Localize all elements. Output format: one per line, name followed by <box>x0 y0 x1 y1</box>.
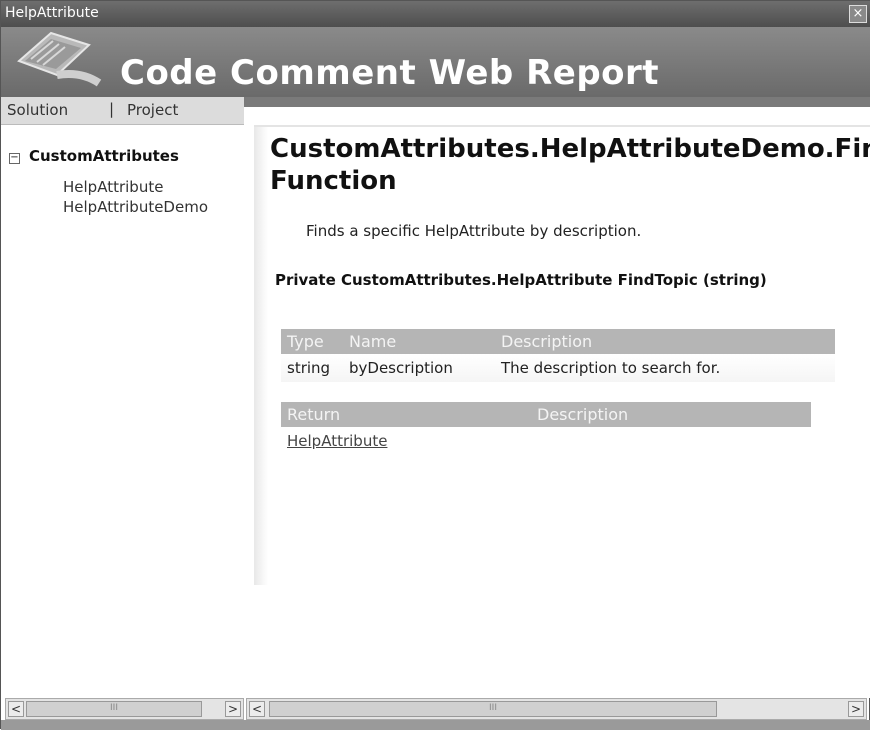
scroll-left-arrow-icon[interactable]: < <box>249 701 265 717</box>
return-description <box>531 427 811 455</box>
scroll-left-arrow-icon[interactable]: < <box>8 701 24 717</box>
column-header-return: Return <box>281 402 531 427</box>
page-title: CustomAttributes.HelpAttributeDemo.FindT… <box>270 133 870 197</box>
tree-node-customattributes[interactable]: − CustomAttributes <box>9 147 179 165</box>
tree-pane: − CustomAttributes HelpAttribute HelpAttr… <box>1 125 244 698</box>
param-type: string <box>281 354 343 382</box>
collapse-icon[interactable]: − <box>9 153 20 164</box>
nav-separator: | <box>109 100 115 118</box>
code-document-logo <box>17 31 102 87</box>
content-horizontal-scrollbar[interactable]: < III > <box>246 698 867 720</box>
tree-item-helpattributedemo[interactable]: HelpAttributeDemo <box>63 198 208 216</box>
return-type-cell: HelpAttribute <box>281 427 531 455</box>
page-title-line2: Function <box>270 166 397 196</box>
nav-tabs: Solution | Project <box>1 97 244 125</box>
tab-solution[interactable]: Solution <box>7 101 68 119</box>
column-header-type: Type <box>281 329 343 354</box>
report-banner: Code Comment Web Report <box>1 27 870 97</box>
param-name: byDescription <box>343 354 495 382</box>
scroll-thumb[interactable]: III <box>26 701 202 717</box>
table-row: string byDescription The description to … <box>281 354 835 382</box>
window-title: HelpAttribute <box>5 5 99 21</box>
column-header-description: Description <box>531 402 811 427</box>
param-description: The description to search for. <box>495 354 835 382</box>
scroll-thumb[interactable]: III <box>269 701 717 717</box>
close-button[interactable]: × <box>849 5 867 23</box>
return-type-link[interactable]: HelpAttribute <box>287 432 387 450</box>
member-signature: Private CustomAttributes.HelpAttribute F… <box>275 271 767 289</box>
tree-item-helpattribute[interactable]: HelpAttribute <box>63 178 163 196</box>
scroll-right-arrow-icon[interactable]: > <box>225 701 241 717</box>
member-summary: Finds a specific HelpAttribute by descri… <box>306 222 642 240</box>
title-bar: HelpAttribute × <box>1 1 870 27</box>
nav-bar: Solution | Project <box>1 97 870 125</box>
report-title: Code Comment Web Report <box>120 53 660 93</box>
table-header-row: Type Name Description <box>281 329 835 354</box>
column-header-name: Name <box>343 329 495 354</box>
page-title-line1: CustomAttributes.HelpAttributeDemo.FindT… <box>270 134 870 164</box>
header-strip <box>244 97 870 107</box>
tree-node-label: CustomAttributes <box>29 147 179 165</box>
table-row: HelpAttribute <box>281 427 811 455</box>
content-pane: CustomAttributes.HelpAttributeDemo.FindT… <box>244 125 870 698</box>
app-window: HelpAttribute × Code Comment Web Report … <box>0 0 870 730</box>
tree-horizontal-scrollbar[interactable]: < III > <box>5 698 244 720</box>
table-header-row: Return Description <box>281 402 811 427</box>
tab-project[interactable]: Project <box>127 101 178 119</box>
parameters-table: Type Name Description string byDescripti… <box>281 329 835 382</box>
scroll-right-arrow-icon[interactable]: > <box>848 701 864 717</box>
column-header-description: Description <box>495 329 835 354</box>
returns-table: Return Description HelpAttribute <box>281 402 811 455</box>
